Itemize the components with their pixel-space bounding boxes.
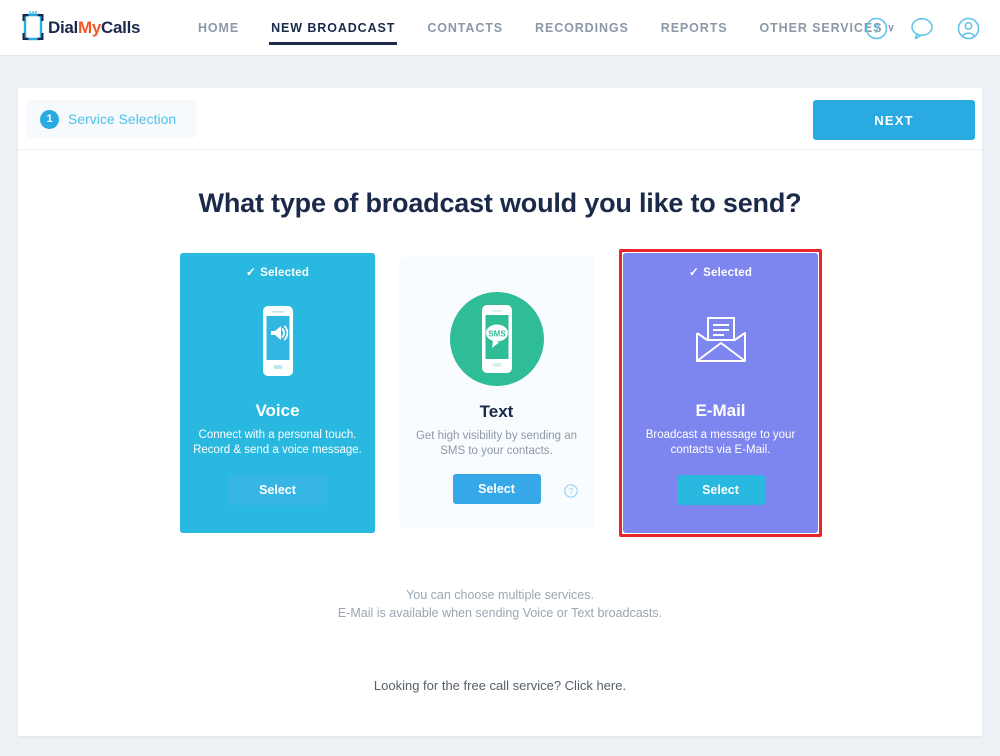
page-title: What type of broadcast would you like to… [198,188,802,218]
nav-item-reports[interactable]: REPORTS [645,0,744,56]
service-card-text[interactable]: SMS Text Get high visibility by sending … [399,257,594,529]
voice-desc-line2: Record & send a voice message. [193,444,362,456]
nav-icon-group: ? [865,0,980,56]
multiple-services-note: You can choose multiple services. E-Mail… [18,586,982,622]
free-call-service-link[interactable]: Looking for the free call service? Click… [18,678,982,693]
nav-label-other-services: OTHER SERVICES [759,21,883,35]
voice-selected-badge: ✓ Selected [180,265,375,279]
phone-sms-icon: SMS [399,292,594,386]
help-circle-icon[interactable]: ? [865,17,888,40]
note-line2: E-Mail is available when sending Voice o… [337,606,663,620]
nav-item-home[interactable]: HOME [182,0,255,56]
nav-item-new-broadcast[interactable]: NEW BROADCAST [255,0,411,56]
nav-label-reports: REPORTS [660,21,728,35]
svg-text:?: ? [873,22,880,36]
voice-card-title: Voice [255,401,300,420]
email-card-title: E-Mail [695,401,746,420]
nav-label-contacts: CONTACTS [427,21,504,35]
brand-logo[interactable]: DialMyCalls [20,8,140,46]
nav-item-contacts[interactable]: CONTACTS [411,0,519,56]
logo-text-my: My [77,17,102,37]
nav-label-recordings: RECORDINGS [535,21,629,35]
text-select-button[interactable]: Select [452,474,541,504]
email-selected-badge: ✓ Selected [623,265,818,279]
nav-label-home: HOME [198,21,240,35]
text-desc-line1: Get high visibility by sending an [415,430,578,442]
text-desc-line2: SMS to your contacts. [440,445,553,457]
check-icon: ✓ [245,265,257,279]
voice-select-button[interactable]: Select [227,475,328,505]
voice-selected-label: Selected [260,267,310,279]
text-help-icon[interactable]: ? [564,484,578,498]
next-button[interactable]: NEXT [813,100,975,140]
voice-card-description: Connect with a personal touch. Record & … [186,428,369,458]
nav-label-new-broadcast: NEW BROADCAST [271,21,396,35]
email-selected-label: Selected [703,267,753,279]
wizard-step-bar: 1 Service Selection NEXT [18,88,982,150]
voice-desc-line1: Connect with a personal touch. [198,429,357,441]
step-number-badge: 1 [40,109,59,129]
phone-speaker-icon [180,295,375,387]
step-service-selection[interactable]: 1 Service Selection [26,100,197,138]
email-card-description: Broadcast a message to your contacts via… [629,428,812,458]
text-card-title: Text [479,402,514,421]
service-card-voice[interactable]: ✓ Selected Voice Connect with a personal … [180,253,375,533]
email-desc-line1: Broadcast a message to your [645,429,796,441]
chat-bubble-icon[interactable] [910,17,935,40]
user-account-icon[interactable] [957,17,980,40]
logo-text-calls: Calls [101,17,141,37]
nav-item-recordings[interactable]: RECORDINGS [519,0,645,56]
content-panel: 1 Service Selection NEXT What type of br… [18,88,982,736]
step-label: Service Selection [68,111,177,127]
top-navigation-bar: DialMyCalls HOME NEW BROADCAST CONTACTS … [0,0,1000,56]
svg-text:SMS: SMS [488,330,506,339]
open-envelope-icon [623,295,818,387]
service-card-email[interactable]: ✓ Selected E-Mail Broadcast a message to … [623,253,818,533]
email-desc-line2: contacts via E-Mail. [670,444,771,456]
email-select-button[interactable]: Select [676,475,765,505]
phone-bracket-logo-icon [20,10,46,43]
svg-text:?: ? [569,487,574,496]
service-cards-row: ✓ Selected Voice Connect with a personal … [18,249,982,543]
primary-nav-links: HOME NEW BROADCAST CONTACTS RECORDINGS R… [182,0,912,56]
note-line1: You can choose multiple services. [406,588,594,602]
text-card-description: Get high visibility by sending an SMS to… [405,429,588,459]
logo-text-dial: Dial [48,17,78,37]
check-icon: ✓ [688,265,700,279]
